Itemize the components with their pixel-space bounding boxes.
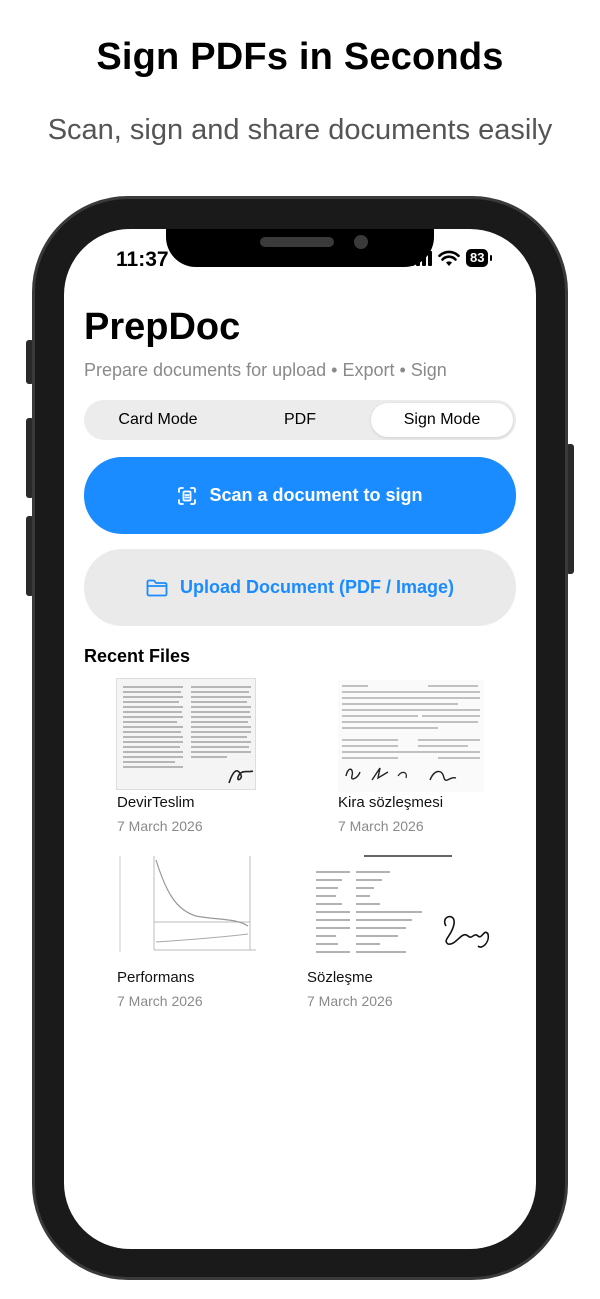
file-name: Kira sözleşmesi	[338, 794, 444, 811]
app-subtitle: Prepare documents for upload • Export • …	[84, 360, 447, 380]
mode-segmented-control: Card Mode PDF Sign Mode	[84, 400, 516, 440]
document-preview-image	[306, 850, 502, 962]
scan-document-icon	[178, 486, 197, 505]
phone-notch	[166, 229, 434, 267]
file-thumbnail	[306, 850, 502, 962]
cellular-signal-icon	[410, 250, 432, 266]
file-name: Sözleşme	[307, 969, 373, 986]
upload-document-label: Upload Document (PDF / Image)	[179, 577, 455, 597]
wifi-icon	[438, 250, 460, 266]
promo-title: Sign PDFs in Seconds	[96, 36, 504, 78]
segment-card-mode[interactable]: Card Mode	[87, 403, 229, 437]
upload-document-button[interactable]: Upload Document (PDF / Image)	[84, 549, 516, 626]
battery-icon: 83	[466, 249, 494, 267]
file-name: Performans	[117, 969, 195, 986]
file-date: 7 March 2026	[307, 993, 393, 1009]
file-date: 7 March 2026	[338, 818, 424, 834]
scan-document-label: Scan a document to sign	[209, 485, 423, 505]
file-thumbnail	[116, 852, 260, 964]
notch-camera	[354, 235, 368, 249]
status-time: 11:37	[116, 248, 169, 271]
document-preview-image	[117, 679, 255, 789]
folder-icon	[146, 579, 168, 596]
file-thumbnail	[338, 680, 484, 792]
document-preview-image	[338, 680, 484, 792]
promo-subtitle: Scan, sign and share documents easily	[47, 114, 553, 146]
file-name: DevirTeslim	[117, 794, 195, 811]
notch-speaker	[260, 237, 334, 247]
file-thumbnail	[116, 678, 256, 790]
file-date: 7 March 2026	[117, 818, 203, 834]
document-preview-image	[116, 852, 260, 964]
file-date: 7 March 2026	[117, 993, 203, 1009]
segment-pdf[interactable]: PDF	[229, 403, 371, 437]
segment-sign-mode[interactable]: Sign Mode	[371, 403, 513, 437]
app-title: PrepDoc	[84, 306, 241, 348]
status-icons: 83	[410, 249, 494, 267]
recent-files-heading: Recent Files	[84, 646, 191, 666]
scan-document-button[interactable]: Scan a document to sign	[84, 457, 516, 534]
